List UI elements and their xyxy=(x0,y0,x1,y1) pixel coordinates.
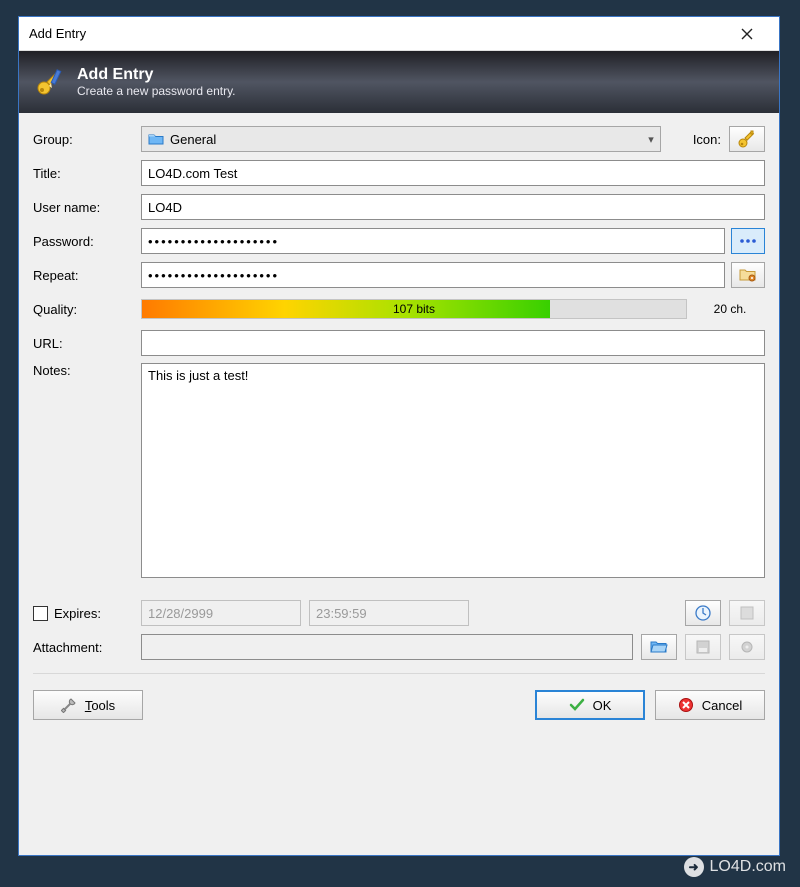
ok-button-label: OK xyxy=(593,698,612,713)
banner: Add Entry Create a new password entry. xyxy=(19,51,779,113)
ok-button[interactable]: OK xyxy=(535,690,645,720)
square-icon xyxy=(740,606,754,620)
banner-subtitle: Create a new password entry. xyxy=(77,84,236,98)
cancel-icon xyxy=(678,697,694,713)
password-label: Password: xyxy=(33,234,133,249)
close-button[interactable] xyxy=(725,22,769,46)
repeat-label: Repeat: xyxy=(33,268,133,283)
titlebar: Add Entry xyxy=(19,17,779,51)
group-dropdown[interactable]: General ▾ xyxy=(141,126,661,152)
password-input[interactable] xyxy=(141,228,725,254)
generate-password-button[interactable] xyxy=(731,262,765,288)
chevron-down-icon: ▾ xyxy=(648,133,654,146)
expires-time-input[interactable] xyxy=(309,600,469,626)
quality-label: Quality: xyxy=(33,302,133,317)
clock-icon xyxy=(694,604,712,622)
tools-button[interactable]: Tools xyxy=(33,690,143,720)
close-icon xyxy=(741,28,753,40)
form-area: Group: General ▾ Icon: Tit xyxy=(19,113,779,855)
title-input[interactable] xyxy=(141,160,765,186)
dots-icon xyxy=(739,236,757,246)
remove-attachment-button xyxy=(729,634,765,660)
separator xyxy=(33,673,765,674)
folder-icon xyxy=(148,132,164,146)
expires-label: Expires: xyxy=(54,606,101,621)
expiry-preset-button[interactable] xyxy=(685,600,721,626)
watermark: ➜ LO4D.com xyxy=(684,857,786,877)
toggle-password-visibility-button[interactable] xyxy=(731,228,765,254)
check-icon xyxy=(569,697,585,713)
url-input[interactable] xyxy=(141,330,765,356)
quality-chars: 20 ch. xyxy=(695,302,765,316)
icon-picker-button[interactable] xyxy=(729,126,765,152)
expires-checkbox[interactable] xyxy=(33,606,48,621)
notes-label: Notes: xyxy=(33,363,133,378)
username-label: User name: xyxy=(33,200,133,215)
quality-meter-fill xyxy=(142,300,550,318)
watermark-icon: ➜ xyxy=(684,857,704,877)
notes-textarea[interactable] xyxy=(141,363,765,578)
window-title: Add Entry xyxy=(29,26,725,41)
group-label: Group: xyxy=(33,132,133,147)
group-value: General xyxy=(170,132,216,147)
key-icon xyxy=(737,129,757,149)
disk-icon xyxy=(696,640,710,654)
tools-icon xyxy=(61,697,77,713)
repeat-password-input[interactable] xyxy=(141,262,725,288)
dialog-footer: Tools OK Cancel xyxy=(33,686,765,720)
add-entry-window: Add Entry Add Entry Create a new passwor… xyxy=(18,16,780,856)
attachment-label: Attachment: xyxy=(33,640,133,655)
expires-date-input[interactable] xyxy=(141,600,301,626)
tools-button-label-rest: ools xyxy=(91,698,115,713)
title-label: Title: xyxy=(33,166,133,181)
attachment-input xyxy=(141,634,633,660)
key-pencil-icon xyxy=(33,65,67,99)
save-attachment-button xyxy=(685,634,721,660)
username-input[interactable] xyxy=(141,194,765,220)
quality-meter: 107 bits xyxy=(141,299,687,319)
url-label: URL: xyxy=(33,336,133,351)
attach-file-button[interactable] xyxy=(641,634,677,660)
folder-gear-icon xyxy=(739,267,757,283)
cancel-button[interactable]: Cancel xyxy=(655,690,765,720)
banner-heading: Add Entry xyxy=(77,66,236,84)
cancel-button-label: Cancel xyxy=(702,698,742,713)
gear-icon xyxy=(739,639,755,655)
quality-bits: 107 bits xyxy=(393,302,435,316)
icon-label: Icon: xyxy=(693,132,721,147)
watermark-text: LO4D.com xyxy=(710,858,786,876)
folder-open-icon xyxy=(650,639,668,655)
expiry-extra-button xyxy=(729,600,765,626)
